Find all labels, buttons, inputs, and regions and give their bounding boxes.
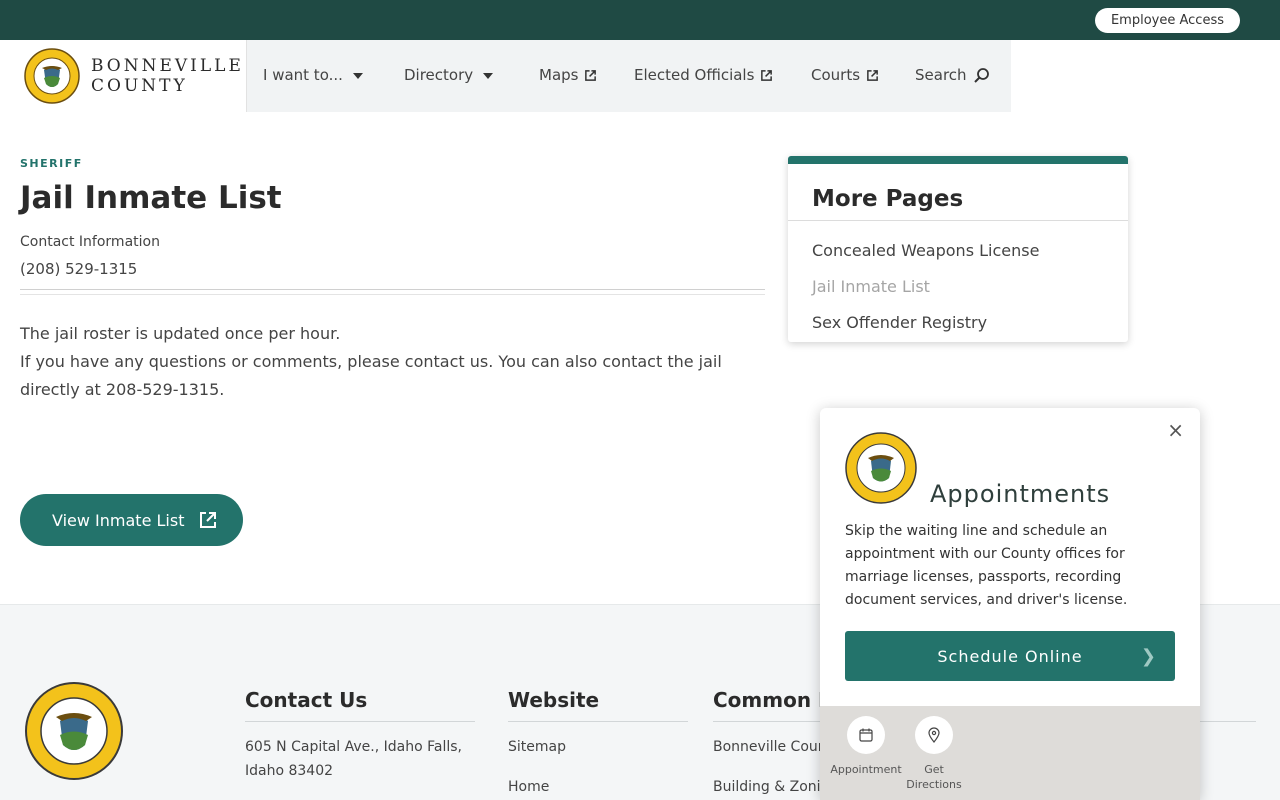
top-bar: Employee Access bbox=[0, 0, 1280, 40]
nav-elected-officials[interactable]: Elected Officials bbox=[634, 66, 773, 84]
chevron-right-icon: ❯ bbox=[1140, 646, 1157, 667]
close-icon[interactable]: × bbox=[1167, 418, 1184, 442]
schedule-online-button[interactable]: Schedule Online ❯ bbox=[845, 631, 1175, 681]
external-link-icon bbox=[761, 69, 773, 81]
nav-i-want-to[interactable]: I want to... bbox=[263, 66, 363, 84]
external-link-icon bbox=[200, 512, 217, 528]
appointments-popup: × Appointments Skip the waiting line and… bbox=[820, 408, 1200, 800]
view-inmate-list-label: View Inmate List bbox=[52, 510, 185, 530]
schedule-online-label: Schedule Online bbox=[937, 646, 1083, 666]
footer-link-home[interactable]: Home bbox=[508, 775, 549, 799]
appointment-action-label: Appointment bbox=[830, 763, 902, 776]
page-body: The jail roster is updated once per hour… bbox=[20, 320, 740, 404]
nav-maps[interactable]: Maps bbox=[539, 66, 597, 84]
contact-info-label: Contact Information bbox=[20, 234, 160, 250]
footer-link-sitemap[interactable]: Sitemap bbox=[508, 735, 566, 759]
nav-elected-officials-label: Elected Officials bbox=[634, 66, 755, 84]
brand-line-1: BONNEVILLE bbox=[91, 56, 244, 76]
popup-description: Skip the waiting line and schedule an ap… bbox=[845, 523, 1128, 608]
nav-search[interactable]: Search bbox=[915, 66, 990, 84]
body-paragraph-1: The jail roster is updated once per hour… bbox=[20, 324, 341, 343]
external-link-icon bbox=[585, 69, 597, 81]
get-directions-action-label: Get Directions bbox=[906, 763, 962, 791]
map-pin-icon bbox=[915, 716, 953, 754]
footer-common-heading: Common R bbox=[713, 688, 834, 712]
nav-directory[interactable]: Directory bbox=[404, 66, 494, 84]
county-seal-logo[interactable] bbox=[24, 48, 80, 104]
nav-maps-label: Maps bbox=[539, 66, 579, 84]
search-icon bbox=[973, 67, 989, 83]
main-nav: I want to... Directory Maps Elected Offi… bbox=[246, 40, 1011, 112]
popup-action-bar: Appointment Get Directions bbox=[820, 706, 1200, 800]
more-pages-link-concealed-weapons[interactable]: Concealed Weapons License bbox=[812, 241, 1039, 260]
get-directions-action[interactable]: Get Directions bbox=[894, 716, 974, 792]
nav-i-want-to-label: I want to... bbox=[263, 66, 343, 84]
divider bbox=[508, 721, 688, 722]
nav-courts[interactable]: Courts bbox=[811, 66, 879, 84]
footer-link-building-zoning[interactable]: Building & Zonin bbox=[713, 775, 829, 799]
employee-access-button[interactable]: Employee Access bbox=[1094, 8, 1240, 33]
divider bbox=[245, 721, 475, 722]
nav-courts-label: Courts bbox=[811, 66, 861, 84]
divider bbox=[788, 220, 1128, 221]
chevron-down-icon bbox=[483, 73, 494, 79]
page-title: Jail Inmate List bbox=[20, 180, 282, 216]
footer-contact-heading: Contact Us bbox=[245, 688, 368, 712]
department-label[interactable]: SHERIFF bbox=[20, 157, 83, 170]
divider bbox=[20, 289, 765, 290]
divider bbox=[20, 294, 765, 295]
more-pages-panel: More Pages Concealed Weapons License Jai… bbox=[788, 156, 1128, 342]
body-paragraph-2: If you have any questions or comments, p… bbox=[20, 352, 722, 399]
footer-address: 605 N Capital Ave., Idaho Falls, Idaho 8… bbox=[245, 739, 462, 779]
contact-phone[interactable]: (208) 529-1315 bbox=[20, 260, 137, 278]
more-pages-link-sex-offender[interactable]: Sex Offender Registry bbox=[812, 313, 987, 332]
county-seal-logo bbox=[25, 682, 123, 780]
brand-line-2: COUNTY bbox=[91, 76, 188, 96]
view-inmate-list-button[interactable]: View Inmate List bbox=[20, 494, 243, 546]
more-pages-link-jail-inmate-list[interactable]: Jail Inmate List bbox=[812, 277, 930, 296]
more-pages-heading: More Pages bbox=[812, 186, 964, 212]
county-seal-logo bbox=[845, 432, 917, 504]
external-link-icon bbox=[867, 69, 878, 81]
calendar-icon bbox=[847, 716, 885, 754]
nav-search-label: Search bbox=[915, 66, 967, 84]
footer-link-bonneville-county[interactable]: Bonneville Coun bbox=[713, 735, 827, 759]
popup-heading: Appointments bbox=[930, 480, 1111, 508]
chevron-down-icon bbox=[352, 73, 363, 79]
footer-website-heading: Website bbox=[508, 688, 600, 712]
county-wordmark[interactable]: BONNEVILLE COUNTY bbox=[91, 56, 244, 96]
nav-directory-label: Directory bbox=[404, 66, 474, 84]
